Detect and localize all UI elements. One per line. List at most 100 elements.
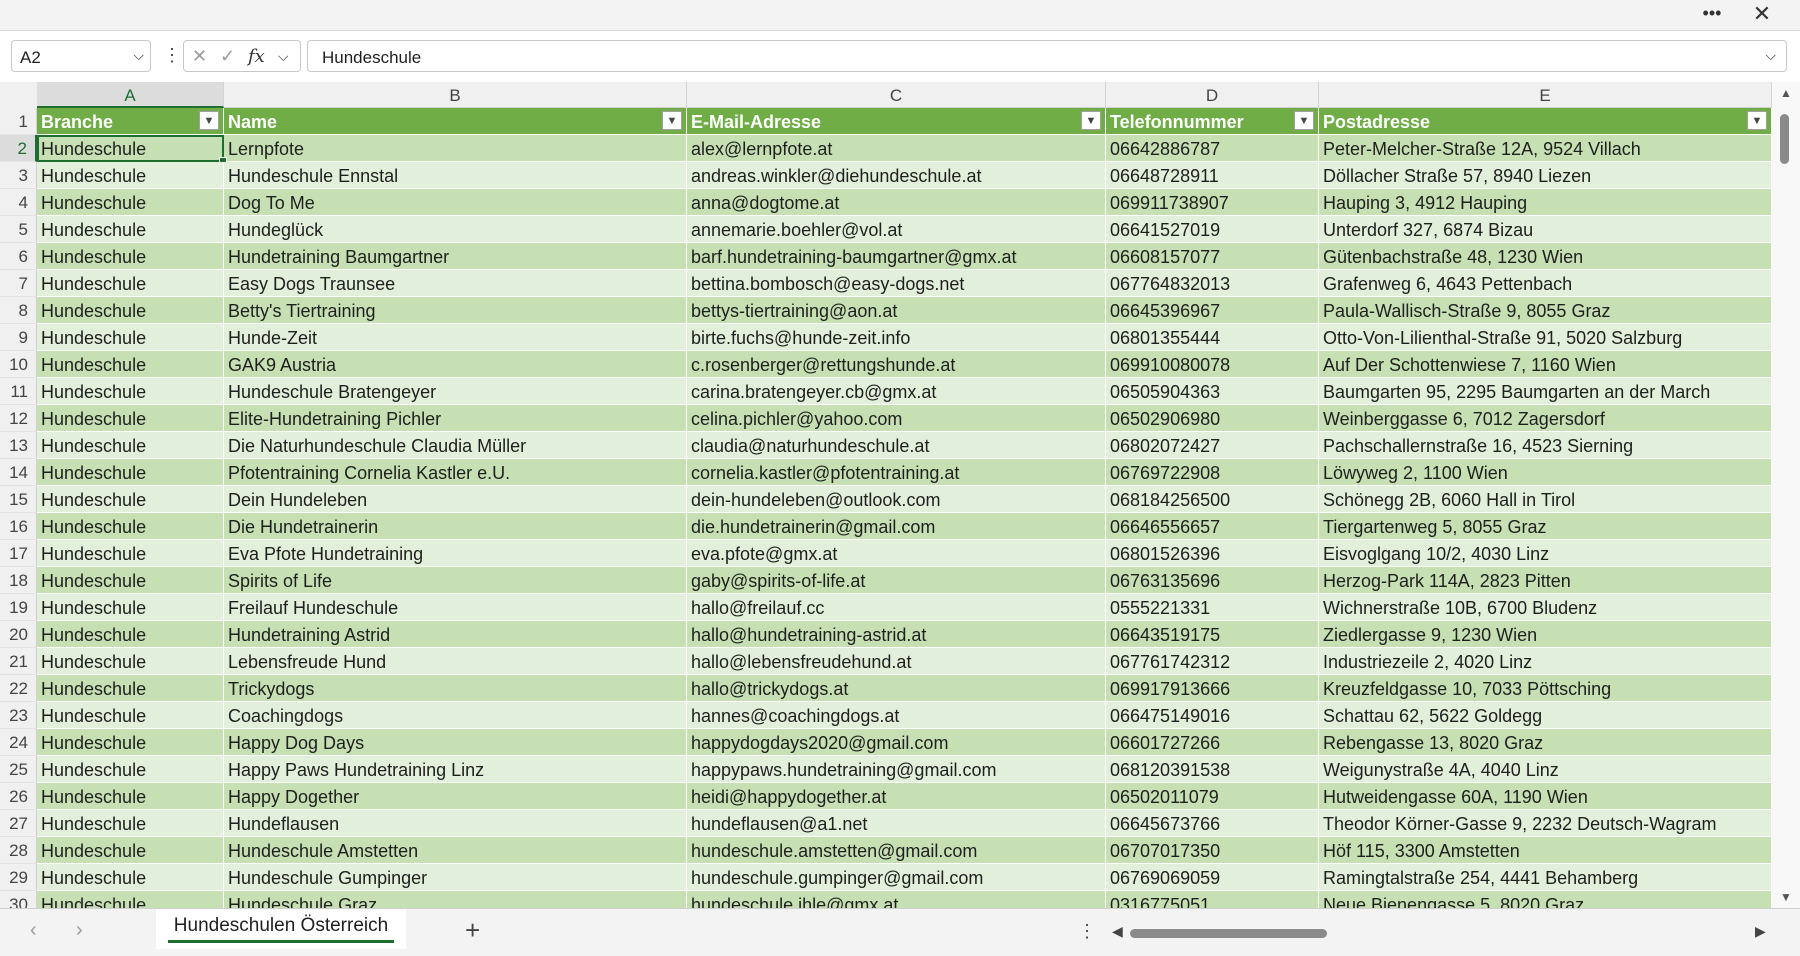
vertical-dots-icon[interactable]: ⋮ bbox=[1078, 921, 1096, 942]
cell-email[interactable]: gaby@spirits-of-life.at bbox=[687, 567, 1106, 594]
cell-email[interactable]: claudia@naturhundeschule.at bbox=[687, 432, 1106, 459]
cell-postadresse[interactable]: Gütenbachstraße 48, 1230 Wien bbox=[1319, 243, 1772, 270]
cell-email[interactable]: andreas.winkler@diehundeschule.at bbox=[687, 162, 1106, 189]
cell-telefon[interactable]: 06502906980 bbox=[1106, 405, 1319, 432]
cell-name[interactable]: Hundeschule Ennstal bbox=[224, 162, 687, 189]
cell-postadresse[interactable]: Baumgarten 95, 2295 Baumgarten an der Ma… bbox=[1319, 378, 1772, 405]
row-header[interactable]: 27 bbox=[0, 810, 37, 837]
cell-branche[interactable]: Hundeschule bbox=[37, 378, 224, 405]
plus-icon[interactable]: + bbox=[465, 915, 480, 946]
cell-branche[interactable]: Hundeschule bbox=[37, 243, 224, 270]
filter-dropdown-icon[interactable]: ▼ bbox=[662, 111, 682, 130]
cell-branche[interactable]: Hundeschule bbox=[37, 189, 224, 216]
cell-name[interactable]: Hunde-Zeit bbox=[224, 324, 687, 351]
column-header-d[interactable]: D bbox=[1106, 82, 1319, 108]
more-options-icon[interactable]: ••• bbox=[1699, 2, 1725, 26]
row-header[interactable]: 1 bbox=[0, 108, 37, 135]
row-header[interactable]: 29 bbox=[0, 864, 37, 891]
cell-postadresse[interactable]: Paula-Wallisch-Straße 9, 8055 Graz bbox=[1319, 297, 1772, 324]
cell-name[interactable]: Happy Dog Days bbox=[224, 729, 687, 756]
row-header[interactable]: 5 bbox=[0, 216, 37, 243]
row-header[interactable]: 12 bbox=[0, 405, 37, 432]
cell-branche[interactable]: Hundeschule bbox=[37, 432, 224, 459]
chevron-down-icon[interactable]: ⌵ bbox=[278, 48, 289, 65]
cell-name[interactable]: Die Hundetrainerin bbox=[224, 513, 687, 540]
cell-name[interactable]: Easy Dogs Traunsee bbox=[224, 270, 687, 297]
row-header[interactable]: 16 bbox=[0, 513, 37, 540]
cell-branche[interactable]: Hundeschule bbox=[37, 459, 224, 486]
cell-name[interactable]: Hundeglück bbox=[224, 216, 687, 243]
cell-email[interactable]: cornelia.kastler@pfotentraining.at bbox=[687, 459, 1106, 486]
close-icon[interactable]: ✕ bbox=[192, 46, 207, 67]
name-box[interactable]: A2 ⌵ bbox=[11, 40, 151, 72]
cell-name[interactable]: Freilauf Hundeschule bbox=[224, 594, 687, 621]
cell-postadresse[interactable]: Weinberggasse 6, 7012 Zagersdorf bbox=[1319, 405, 1772, 432]
cell-telefon[interactable]: 069911738907 bbox=[1106, 189, 1319, 216]
cell-name[interactable]: Happy Dogether bbox=[224, 783, 687, 810]
cell-name[interactable]: Hundeschule Bratengeyer bbox=[224, 378, 687, 405]
row-header[interactable]: 10 bbox=[0, 351, 37, 378]
cell-name[interactable]: Elite-Hundetraining Pichler bbox=[224, 405, 687, 432]
cell-name[interactable]: Hundetraining Baumgartner bbox=[224, 243, 687, 270]
cell-name[interactable]: Coachingdogs bbox=[224, 702, 687, 729]
cell-email[interactable]: happydogdays2020@gmail.com bbox=[687, 729, 1106, 756]
cell-branche[interactable]: Hundeschule bbox=[37, 567, 224, 594]
cell-postadresse[interactable]: Höf 115, 3300 Amstetten bbox=[1319, 837, 1772, 864]
cell-postadresse[interactable]: Löwyweg 2, 1100 Wien bbox=[1319, 459, 1772, 486]
header-cell-branche[interactable]: Branche ▼ bbox=[37, 108, 224, 135]
cell-telefon[interactable]: 06769722908 bbox=[1106, 459, 1319, 486]
cell-name[interactable]: Die Naturhundeschule Claudia Müller bbox=[224, 432, 687, 459]
cell-branche[interactable]: Hundeschule bbox=[37, 162, 224, 189]
row-header[interactable]: 6 bbox=[0, 243, 37, 270]
cell-name[interactable]: GAK9 Austria bbox=[224, 351, 687, 378]
cell-name[interactable]: Eva Pfote Hundetraining bbox=[224, 540, 687, 567]
cell-postadresse[interactable]: Schattau 62, 5622 Goldegg bbox=[1319, 702, 1772, 729]
cell-postadresse[interactable]: Ramingtalstraße 254, 4441 Behamberg bbox=[1319, 864, 1772, 891]
cell-branche[interactable]: Hundeschule bbox=[37, 648, 224, 675]
cell-email[interactable]: hallo@trickydogs.at bbox=[687, 675, 1106, 702]
cell-email[interactable]: hundeschule.gumpinger@gmail.com bbox=[687, 864, 1106, 891]
filter-dropdown-icon[interactable]: ▼ bbox=[1747, 111, 1767, 130]
cell-telefon[interactable]: 068184256500 bbox=[1106, 486, 1319, 513]
formula-input[interactable]: Hundeschule ⌵ bbox=[307, 40, 1787, 72]
cell-telefon[interactable]: 0555221331 bbox=[1106, 594, 1319, 621]
cell-branche[interactable]: Hundeschule bbox=[37, 702, 224, 729]
cell-email[interactable]: hundeflausen@a1.net bbox=[687, 810, 1106, 837]
cell-telefon[interactable]: 06502011079 bbox=[1106, 783, 1319, 810]
cell-telefon[interactable]: 06763135696 bbox=[1106, 567, 1319, 594]
row-header[interactable]: 11 bbox=[0, 378, 37, 405]
row-header[interactable]: 19 bbox=[0, 594, 37, 621]
select-all-corner[interactable] bbox=[0, 82, 38, 109]
cell-email[interactable]: die.hundetrainerin@gmail.com bbox=[687, 513, 1106, 540]
cell-telefon[interactable]: 06608157077 bbox=[1106, 243, 1319, 270]
cell-postadresse[interactable]: Otto-Von-Lilienthal-Straße 91, 5020 Salz… bbox=[1319, 324, 1772, 351]
close-icon[interactable]: ✕ bbox=[1749, 2, 1775, 26]
cell-email[interactable]: hallo@lebensfreudehund.at bbox=[687, 648, 1106, 675]
cell-name[interactable]: Hundeschule Gumpinger bbox=[224, 864, 687, 891]
cell-telefon[interactable]: 06645673766 bbox=[1106, 810, 1319, 837]
cell-postadresse[interactable]: Hauping 3, 4912 Hauping bbox=[1319, 189, 1772, 216]
vertical-scrollbar[interactable]: ▲ ▼ bbox=[1772, 82, 1800, 910]
cell-name[interactable]: Lebensfreude Hund bbox=[224, 648, 687, 675]
cell-name[interactable]: Spirits of Life bbox=[224, 567, 687, 594]
cell-postadresse[interactable]: Grafenweg 6, 4643 Pettenbach bbox=[1319, 270, 1772, 297]
scroll-left-icon[interactable]: ◀ bbox=[1112, 923, 1123, 940]
cell-telefon[interactable]: 06642886787 bbox=[1106, 135, 1319, 162]
next-sheet-icon[interactable]: › bbox=[76, 919, 83, 942]
cell-telefon[interactable]: 06801526396 bbox=[1106, 540, 1319, 567]
header-cell-telefon[interactable]: Telefonnummer ▼ bbox=[1106, 108, 1319, 135]
cell-telefon[interactable]: 067761742312 bbox=[1106, 648, 1319, 675]
cell-branche[interactable]: Hundeschule bbox=[37, 513, 224, 540]
cell-email[interactable]: bettina.bombosch@easy-dogs.net bbox=[687, 270, 1106, 297]
cell-branche[interactable]: Hundeschule bbox=[37, 837, 224, 864]
row-header[interactable]: 18 bbox=[0, 567, 37, 594]
cell-email[interactable]: dein-hundeleben@outlook.com bbox=[687, 486, 1106, 513]
cell-postadresse[interactable]: Ziedlergasse 9, 1230 Wien bbox=[1319, 621, 1772, 648]
cell-telefon[interactable]: 06648728911 bbox=[1106, 162, 1319, 189]
cell-postadresse[interactable]: Tiergartenweg 5, 8055 Graz bbox=[1319, 513, 1772, 540]
cell-telefon[interactable]: 06643519175 bbox=[1106, 621, 1319, 648]
cell-branche[interactable]: Hundeschule bbox=[37, 405, 224, 432]
cell-telefon[interactable]: 06601727266 bbox=[1106, 729, 1319, 756]
cell-name[interactable]: Dog To Me bbox=[224, 189, 687, 216]
cell-postadresse[interactable]: Herzog-Park 114A, 2823 Pitten bbox=[1319, 567, 1772, 594]
